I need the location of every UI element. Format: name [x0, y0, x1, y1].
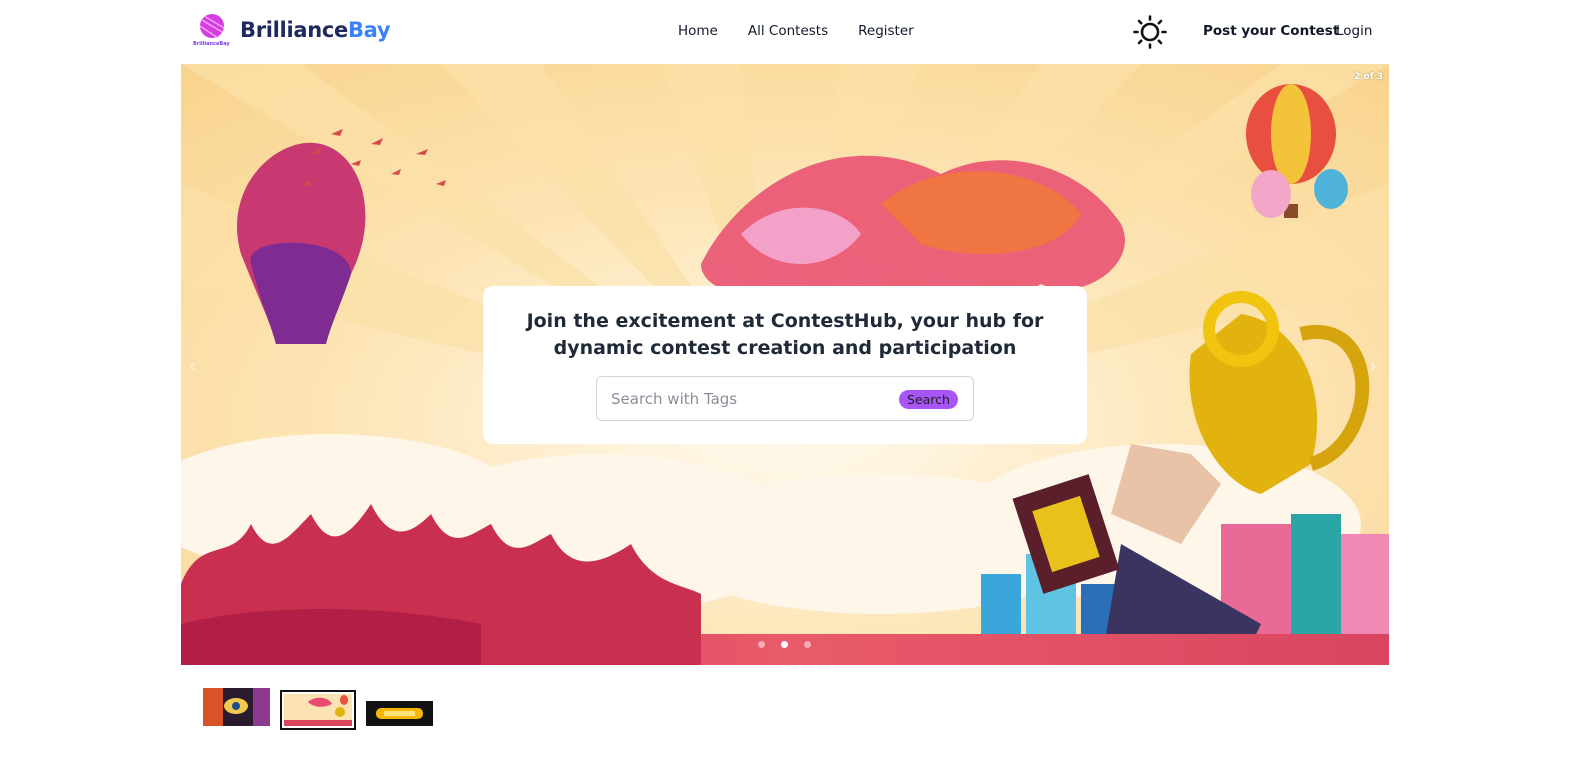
login-link[interactable]: Login	[1336, 23, 1372, 39]
search-input[interactable]	[611, 387, 891, 411]
slide-thumbnail-1[interactable]	[203, 688, 270, 726]
search-button[interactable]: Search	[899, 390, 958, 409]
sun-icon[interactable]	[1133, 15, 1167, 49]
thumbnail-image-3	[366, 701, 433, 726]
carousel-dot-3[interactable]	[804, 641, 811, 648]
slide-counter: 2 of 3	[1354, 72, 1383, 82]
carousel-dots	[758, 641, 811, 648]
thumbnail-image-2	[284, 694, 352, 726]
hero-title: Join the excitement at ContestHub, your …	[526, 310, 1044, 359]
carousel-next-arrow-icon[interactable]: ›	[1370, 356, 1377, 377]
slide-thumbnail-2[interactable]	[280, 690, 356, 730]
nav-links: Home All Contests Register	[678, 23, 914, 39]
carousel-prev-arrow-icon[interactable]: ‹	[189, 356, 196, 377]
post-contest-link[interactable]: Post your Contest	[1203, 23, 1339, 39]
nav-all-contests[interactable]: All Contests	[748, 23, 828, 39]
thumbnail-image-1	[203, 688, 270, 726]
search-bar: Search	[596, 376, 974, 421]
slide-thumbnail-3[interactable]	[366, 701, 433, 726]
hero-search-card: Join the excitement at ContestHub, your …	[483, 286, 1087, 444]
carousel-dot-2[interactable]	[781, 641, 788, 648]
brand-name-part1: Brilliance	[240, 18, 348, 42]
brand-logo-icon[interactable]: BrillianceBay	[192, 12, 232, 48]
nav-home[interactable]: Home	[678, 23, 718, 39]
brand-name[interactable]: BrillianceBay	[240, 18, 391, 42]
nav-register[interactable]: Register	[858, 23, 914, 39]
svg-text:BrillianceBay: BrillianceBay	[193, 41, 230, 47]
navbar: BrillianceBay BrillianceBay Home All Con…	[0, 0, 1582, 64]
carousel-dot-1[interactable]	[758, 641, 765, 648]
brand-name-part2: Bay	[347, 18, 391, 42]
